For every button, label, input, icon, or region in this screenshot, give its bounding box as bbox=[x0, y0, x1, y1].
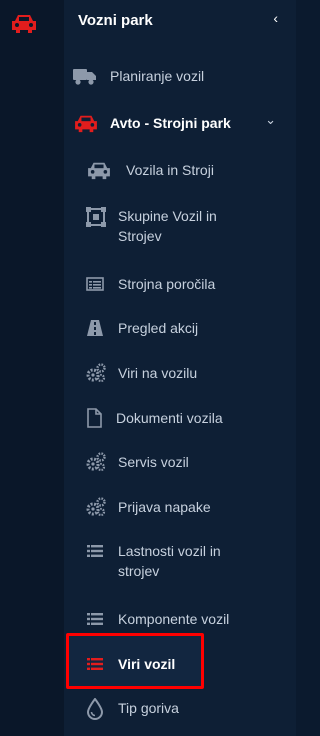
menu-item-label: Avto - Strojni park bbox=[110, 115, 231, 131]
menu-item-label: Prijava napake bbox=[118, 499, 211, 515]
car-icon bbox=[75, 115, 97, 133]
road-icon bbox=[87, 320, 103, 336]
menu-item-label: Planiranje vozil bbox=[110, 68, 205, 84]
chevron-down-icon[interactable]: ⌄ bbox=[265, 112, 276, 128]
menu-item-label: Servis vozil bbox=[118, 454, 189, 470]
menu-item-label: Viri na vozilu bbox=[118, 365, 198, 381]
car-icon[interactable] bbox=[10, 12, 38, 34]
menu-item-skupine-vozil[interactable]: Skupine Vozil in Strojev bbox=[86, 206, 266, 246]
document-icon bbox=[87, 408, 102, 428]
menu-item-tip-goriva[interactable]: Tip goriva bbox=[86, 698, 179, 720]
menu-item-label: Skupine Vozil in Strojev bbox=[118, 208, 217, 244]
menu-item-servis-vozil[interactable]: Servis vozil bbox=[86, 452, 189, 472]
report-icon bbox=[86, 277, 104, 291]
drop-icon bbox=[86, 698, 104, 720]
menu-item-strojna-porocila[interactable]: Strojna poročila bbox=[86, 274, 215, 294]
menu-item-vozila-in-stroji[interactable]: Vozila in Stroji bbox=[86, 160, 214, 180]
menu-item-pregled-akcij[interactable]: Pregled akcij bbox=[86, 318, 198, 338]
menu-item-label: Dokumenti vozila bbox=[116, 410, 223, 426]
cogs-icon bbox=[86, 497, 106, 517]
sidebar-panel: Vozni park ‹ Planiranje vozil Avto - Str… bbox=[64, 0, 296, 736]
list-icon bbox=[87, 658, 103, 670]
menu-item-komponente-vozil[interactable]: Komponente vozil bbox=[86, 609, 229, 629]
menu-item-viri-na-vozilu[interactable]: Viri na vozilu bbox=[86, 363, 197, 383]
list-icon bbox=[87, 613, 103, 625]
icon-rail bbox=[0, 0, 65, 736]
menu-item-avto-strojni-park[interactable]: Avto - Strojni park bbox=[72, 113, 231, 133]
menu-item-lastnosti-vozil[interactable]: Lastnosti vozil in strojev bbox=[86, 541, 266, 581]
menu-item-label: Lastnosti vozil in strojev bbox=[118, 543, 221, 579]
cogs-icon bbox=[86, 452, 106, 472]
section-title: Vozni park bbox=[78, 12, 153, 29]
menu-item-label: Vozila in Stroji bbox=[126, 162, 214, 178]
menu-item-label: Viri vozil bbox=[118, 656, 176, 672]
list-icon bbox=[87, 545, 103, 557]
menu-item-label: Pregled akcij bbox=[118, 320, 199, 336]
menu-item-label: Strojna poročila bbox=[118, 276, 216, 292]
cogs-icon bbox=[86, 363, 106, 383]
menu-item-dokumenti-vozila[interactable]: Dokumenti vozila bbox=[86, 408, 223, 428]
menu-item-viri-vozil[interactable]: Viri vozil bbox=[86, 654, 175, 674]
car-icon bbox=[88, 162, 110, 180]
truck-icon bbox=[73, 69, 96, 85]
group-icon bbox=[86, 207, 106, 227]
menu-item-prijava-napake[interactable]: Prijava napake bbox=[86, 497, 211, 517]
collapse-chevron-icon[interactable]: ‹ bbox=[273, 10, 278, 26]
menu-item-planiranje-vozil[interactable]: Planiranje vozil bbox=[72, 66, 204, 86]
menu-item-label: Tip goriva bbox=[118, 700, 179, 716]
menu-item-label: Komponente vozil bbox=[118, 611, 230, 627]
